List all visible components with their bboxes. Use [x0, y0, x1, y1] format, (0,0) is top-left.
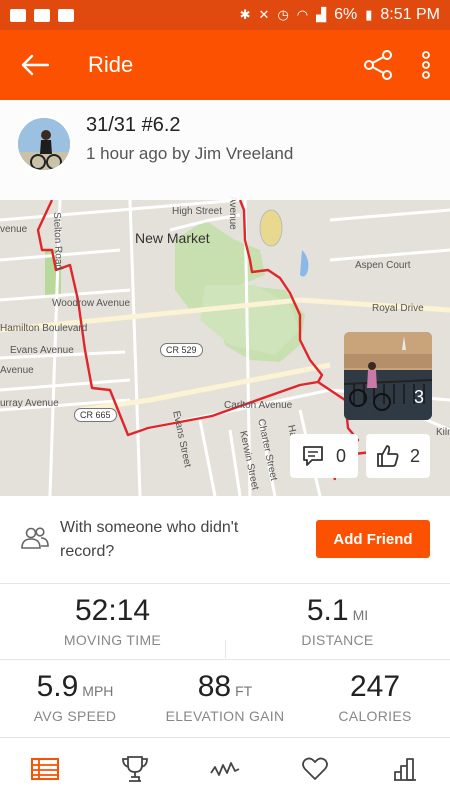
- signal-icon: ▟: [316, 7, 327, 22]
- route-map[interactable]: New Market High Street venue Stelton Roa…: [0, 100, 450, 496]
- map-street-label: venue: [0, 224, 28, 235]
- battery-icon: ▮: [365, 7, 373, 22]
- athlete-avatar[interactable]: [16, 116, 72, 172]
- map-street-label: Carlton Avenue: [224, 400, 293, 411]
- map-street-label: Avenue: [227, 196, 238, 230]
- activity-header: 31/31 #6.2 1 hour ago by Jim Vreeland: [0, 100, 450, 200]
- stats-primary: 52:14 Moving Time 5.1 MI Distance: [0, 584, 450, 660]
- clock: 8:51 PM: [380, 6, 440, 23]
- stats-secondary: 5.9 MPH Avg Speed 88 FT Elevation Gain 247…: [0, 660, 450, 738]
- map-street-label: Evans Avenue: [10, 345, 74, 356]
- map-street-label: Aspen Court: [355, 260, 411, 271]
- status-system: ✱ ✕ ◷ ◠ ▟ 6% ▮ 8:51 PM: [240, 6, 440, 24]
- add-friend-button[interactable]: Add Friend: [316, 520, 430, 558]
- stat-avg-speed: 5.9 MPH Avg Speed: [0, 670, 150, 724]
- back-button[interactable]: [0, 30, 70, 100]
- elevation-gain-unit: FT: [235, 683, 253, 699]
- calories-value: 247: [349, 670, 401, 703]
- stat-distance: 5.1 MI Distance: [225, 594, 450, 648]
- add-friend-prompt: With someone who didn't record? Add Frie…: [0, 496, 450, 584]
- kudos-count: 2: [409, 445, 420, 466]
- calories-label: Calories: [338, 708, 412, 724]
- map-street-label: Hamilton Boulevard: [0, 323, 88, 334]
- more-options-button[interactable]: [402, 30, 450, 100]
- activity-subtitle[interactable]: 1 hour ago by Jim Vreeland: [86, 144, 293, 164]
- nav-achievements[interactable]: [90, 738, 180, 800]
- image-icon: [34, 8, 50, 22]
- map-street-label: Kilm: [436, 427, 450, 438]
- trophy-icon: [122, 756, 148, 782]
- share-button[interactable]: [354, 30, 402, 100]
- map-route-shield: CR 665: [74, 408, 117, 422]
- athlete-avatar-image: [18, 118, 70, 170]
- avg-speed-label: Avg Speed: [33, 708, 117, 724]
- bluetooth-icon: ✱: [239, 7, 251, 22]
- heart-icon: [302, 757, 328, 780]
- activity-photo[interactable]: 3: [344, 332, 432, 420]
- nav-overview[interactable]: [0, 738, 90, 800]
- page-title: Ride: [88, 52, 134, 77]
- folder-icon: [10, 8, 26, 22]
- elevation-gain-value: 88: [197, 670, 232, 703]
- stat-moving-time: 52:14 Moving Time: [0, 594, 225, 648]
- distance-value: 5.1: [306, 594, 349, 627]
- activity-icon: [58, 8, 74, 22]
- people-icon: [21, 527, 49, 549]
- map-street-label: urray Avenue: [0, 398, 59, 409]
- comment-button[interactable]: 0: [290, 434, 358, 478]
- nav-kudos[interactable]: [270, 738, 360, 800]
- bar-chart-icon: [394, 758, 416, 781]
- moving-time-value: 52:14: [74, 594, 151, 627]
- comment-count: 0: [335, 445, 346, 466]
- more-vertical-icon: [422, 51, 430, 79]
- avg-speed-unit: MPH: [82, 683, 114, 699]
- status-notifications: [10, 8, 74, 22]
- bottom-nav: [0, 738, 450, 800]
- map-street-label: Avenue: [0, 365, 34, 376]
- app-bar: Ride: [0, 30, 450, 100]
- app-root: ✱ ✕ ◷ ◠ ▟ 6% ▮ 8:51 PM Ride New Market H…: [0, 0, 450, 800]
- nav-analysis[interactable]: [180, 738, 270, 800]
- wifi-icon: ◠: [296, 7, 309, 22]
- distance-unit: MI: [352, 607, 369, 623]
- battery-percent: 6%: [334, 6, 358, 23]
- elevation-gain-label: Elevation Gain: [165, 708, 285, 724]
- overview-icon: [31, 758, 59, 780]
- alarm-icon: ◷: [277, 7, 289, 22]
- stat-calories: 247 Calories: [300, 670, 450, 724]
- kudos-button[interactable]: 2: [366, 434, 430, 478]
- mute-icon: ✕: [258, 7, 270, 22]
- avg-speed-value: 5.9: [36, 670, 79, 703]
- comment-icon: [303, 446, 323, 466]
- photo-count: 3: [413, 387, 424, 407]
- analysis-icon: [210, 762, 240, 776]
- map-street-label: High Street: [172, 206, 223, 217]
- arrow-left-icon: [21, 54, 49, 76]
- add-friend-text: With someone who didn't record?: [60, 519, 239, 560]
- stat-elevation-gain: 88 FT Elevation Gain: [150, 670, 300, 724]
- map-route-shield: CR 529: [160, 343, 203, 357]
- status-bar: ✱ ✕ ◷ ◠ ▟ 6% ▮ 8:51 PM: [0, 0, 450, 30]
- moving-time-label: Moving Time: [63, 632, 162, 648]
- activity-title: 31/31 #6.2: [86, 114, 181, 136]
- map-street-label: Royal Drive: [372, 303, 424, 314]
- map-street-label: Woodrow Avenue: [52, 298, 131, 309]
- distance-label: Distance: [301, 632, 374, 648]
- share-icon: [364, 50, 392, 80]
- thumbs-up-icon: [377, 445, 399, 467]
- map-street-label: Stelton Road: [51, 212, 65, 271]
- nav-stats[interactable]: [360, 738, 450, 800]
- app-bar-actions: [354, 30, 450, 100]
- map-town-label: New Market: [135, 230, 210, 246]
